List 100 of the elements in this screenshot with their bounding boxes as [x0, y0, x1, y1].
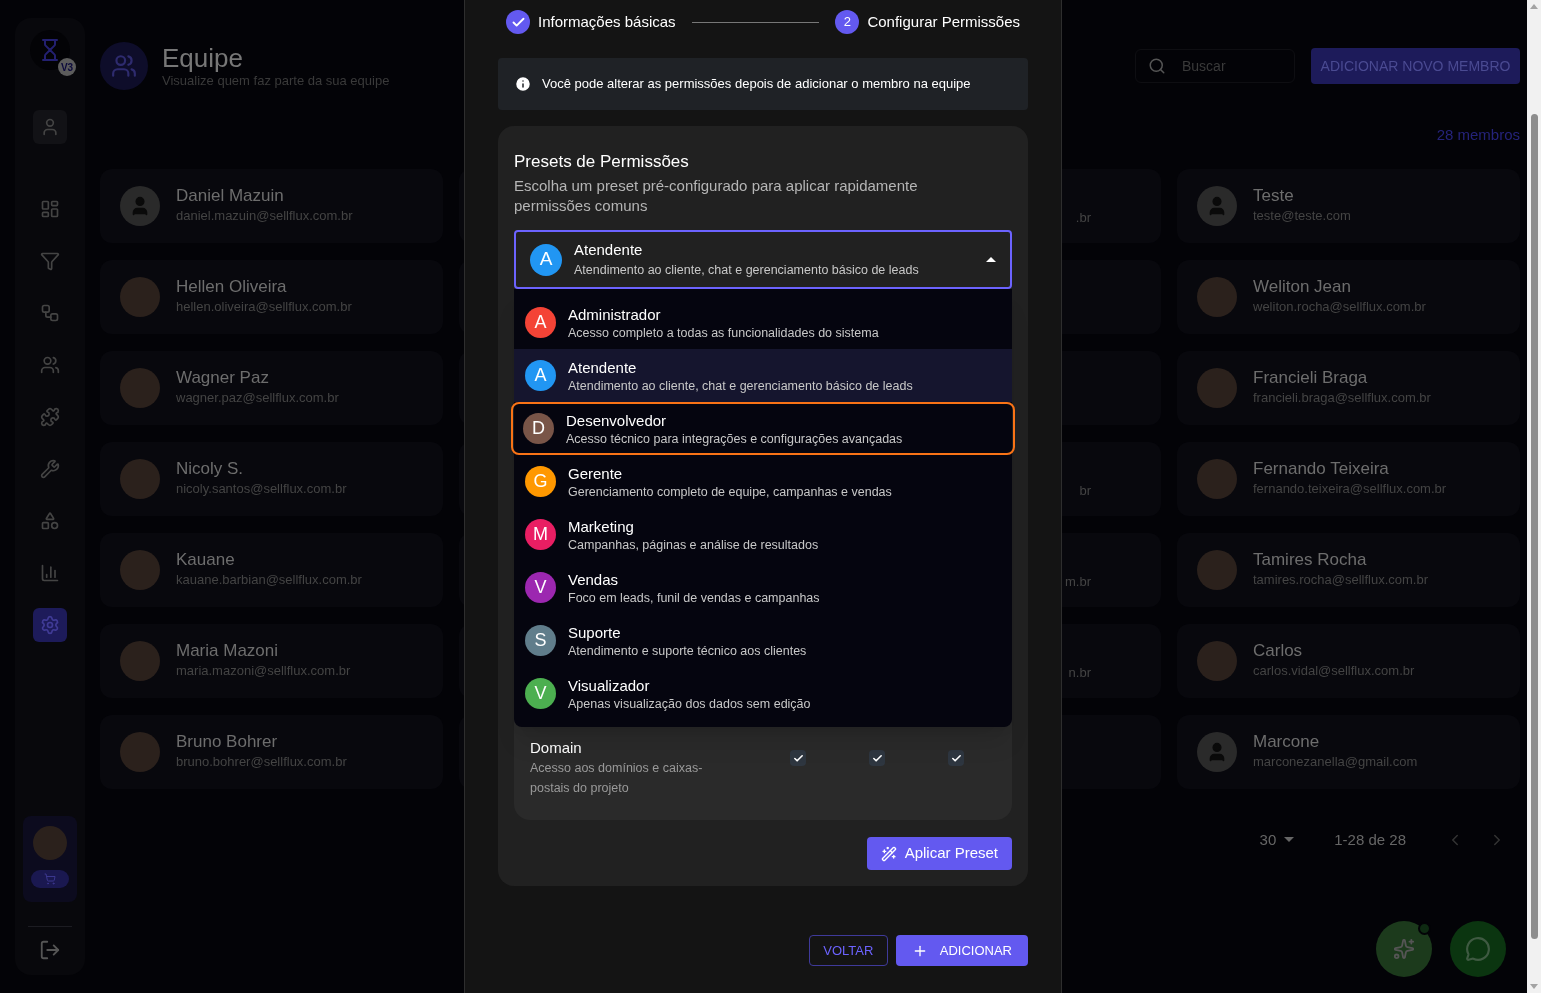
preset-option[interactable]: S Suporte Atendimento e suporte técnico aos clientes	[514, 614, 1012, 667]
logout-button[interactable]	[39, 939, 61, 961]
cart-icon	[44, 873, 56, 885]
chart-icon	[40, 563, 60, 583]
add-button[interactable]: ADICIONAR	[895, 935, 1028, 966]
member-card[interactable]: Nicoly S. nicoly.santos@sellflux.com.br	[100, 441, 443, 516]
letter-avatar: A	[530, 243, 562, 276]
member-email: daniel.mazuin@sellflux.com.br	[176, 206, 353, 225]
nav-button[interactable]	[33, 608, 67, 642]
check-icon	[792, 752, 804, 764]
option-description: Campanhas, páginas e análise de resultados	[568, 536, 819, 553]
photo-placeholder	[120, 367, 160, 408]
letter-avatar: S	[525, 625, 556, 656]
member-card[interactable]: Daniel Mazuin daniel.mazuin@sellflux.com.br	[100, 168, 443, 243]
preset-option[interactable]: G Gerente Gerenciamento completo de equipe, campanhas e vendas	[514, 455, 1012, 508]
member-email: tamires.rocha@sellflux.com.br	[1253, 570, 1429, 589]
back-button[interactable]: VOLTAR	[808, 935, 888, 966]
member-name: Hellen Oliveira	[176, 276, 288, 297]
person-icon	[40, 117, 60, 137]
member-name: Teste	[1253, 185, 1295, 206]
permission-checkbox[interactable]	[790, 750, 806, 766]
assistant-button[interactable]	[1376, 921, 1432, 977]
photo-placeholder	[120, 458, 160, 499]
page-size-select[interactable]: 30	[1259, 828, 1295, 851]
apply-preset-button[interactable]: Aplicar Preset	[866, 837, 1012, 870]
member-card[interactable]: Hellen Oliveira hellen.oliveira@sellflux.com.br	[100, 259, 443, 334]
preset-option[interactable]: V Vendas Foco em leads, funil de vendas e campanhas	[514, 561, 1012, 614]
option-name: Desenvolvedor	[566, 410, 668, 431]
member-email: fernando.teixeira@sellflux.com.br	[1253, 479, 1447, 498]
letter-avatar: D	[523, 413, 554, 444]
member-email: weliton.rocha@sellflux.com.br	[1253, 297, 1426, 316]
preset-option[interactable]: M Marketing Campanhas, páginas e análise de resultados	[514, 508, 1012, 561]
member-card[interactable]: Fernando Teixeira fernando.teixeira@sellflux.com.br	[1177, 441, 1520, 516]
letter-avatar: A	[525, 307, 556, 338]
member-name: Daniel Mazuin	[176, 185, 285, 206]
member-card[interactable]: Wagner Paz wagner.paz@sellflux.com.br	[100, 350, 443, 425]
member-card[interactable]: Marcone marconezanella@gmail.com	[1177, 714, 1520, 789]
member-name: Francieli Braga	[1253, 367, 1369, 388]
caret-icon	[1284, 837, 1295, 843]
selected-preset-description: Atendimento ao cliente, chat e gerenciamento básico de leads	[574, 261, 920, 279]
photo-placeholder	[1197, 549, 1237, 590]
photo-placeholder	[120, 640, 160, 681]
member-name: Tamires Rocha	[1253, 549, 1368, 570]
preset-option[interactable]: V Visualizador Apenas visualização dos dados sem edição	[514, 667, 1012, 720]
permission-checkbox[interactable]	[948, 750, 964, 766]
preset-option[interactable]: A Atendente Atendimento ao cliente, chat e gerenciamento básico de leads	[514, 349, 1012, 402]
permission-checkbox[interactable]	[869, 750, 885, 766]
member-email: carlos.vidal@sellflux.com.br	[1253, 661, 1415, 680]
nav-button[interactable]	[33, 110, 67, 144]
letter-avatar: M	[525, 519, 556, 550]
member-name: Fernando Teixeira	[1253, 458, 1390, 479]
member-email: m.br	[1065, 572, 1091, 591]
profile-card[interactable]	[23, 816, 77, 902]
member-card[interactable]: Carlos carlos.vidal@sellflux.com.br	[1177, 623, 1520, 698]
option-description: Apenas visualização dos dados sem edição	[568, 695, 811, 712]
member-email: bruno.bohrer@sellflux.com.br	[176, 752, 347, 771]
member-card[interactable]: Francieli Braga francieli.braga@sellflux.com.br	[1177, 350, 1520, 425]
avatar-placeholder	[1197, 731, 1237, 772]
photo-placeholder	[1197, 276, 1237, 317]
member-card[interactable]: Weliton Jean weliton.rocha@sellflux.com.br	[1177, 259, 1520, 334]
option-name: Visualizador	[568, 675, 651, 696]
member-card[interactable]: Maria Mazoni maria.mazoni@sellflux.com.br	[100, 623, 443, 698]
photo-placeholder	[1197, 367, 1237, 408]
member-card[interactable]: Teste teste@teste.com	[1177, 168, 1520, 243]
member-email: .br	[1075, 208, 1091, 227]
preset-option[interactable]: A Administrador Acesso completo a todas as funcionalidades do sistema	[514, 296, 1012, 349]
whatsapp-button[interactable]	[1450, 921, 1506, 977]
option-description: Atendimento ao cliente, chat e gerenciamento básico de leads	[568, 377, 913, 394]
member-card[interactable]: Bruno Bohrer bruno.bohrer@sellflux.com.br	[100, 714, 443, 789]
option-name: Atendente	[568, 357, 638, 378]
photo-placeholder	[120, 276, 160, 317]
page-title: Equipe	[162, 43, 244, 73]
member-card[interactable]: Kauane kauane.barbian@sellflux.com.br	[100, 532, 443, 607]
preset-option[interactable]: D Desenvolvedor Acesso técnico para integrações e configurações avançadas	[511, 402, 1015, 455]
cart-button[interactable]	[31, 870, 69, 888]
member-email: maria.mazoni@sellflux.com.br	[176, 661, 351, 680]
member-email: kauane.barbian@sellflux.com.br	[176, 570, 362, 589]
chat-bubble-icon	[1465, 936, 1491, 962]
option-name: Vendas	[568, 569, 620, 590]
permission-name: Domain	[530, 738, 583, 758]
member-name: Maria Mazoni	[176, 640, 280, 661]
member-card[interactable]: Tamires Rocha tamires.rocha@sellflux.com.br	[1177, 532, 1520, 607]
member-email: teste@teste.com	[1253, 206, 1351, 225]
photo-placeholder	[1197, 458, 1237, 499]
team-icon	[40, 355, 60, 375]
check-icon	[950, 752, 962, 764]
option-description: Acesso completo a todas as funcionalidades do sistema	[568, 324, 879, 341]
member-email: francieli.braga@sellflux.com.br	[1253, 388, 1431, 407]
member-email: marconezanella@gmail.com	[1253, 752, 1418, 771]
member-name: Nicoly S.	[176, 458, 245, 479]
presets-description: Escolha um preset pré-configurado para aplicar rapidamente permissões comuns	[514, 176, 919, 216]
member-name: Carlos	[1253, 640, 1304, 661]
member-email: n.br	[1068, 663, 1091, 682]
member-count: 28 membros	[1436, 125, 1520, 145]
step-label: Configurar Permissões	[867, 11, 1020, 32]
flow-icon	[40, 303, 60, 323]
option-name: Marketing	[568, 516, 635, 537]
logout-icon	[39, 939, 61, 961]
option-description: Foco em leads, funil de vendas e campanhas	[568, 589, 820, 606]
page-range: 1-28 de 28	[1334, 829, 1406, 850]
